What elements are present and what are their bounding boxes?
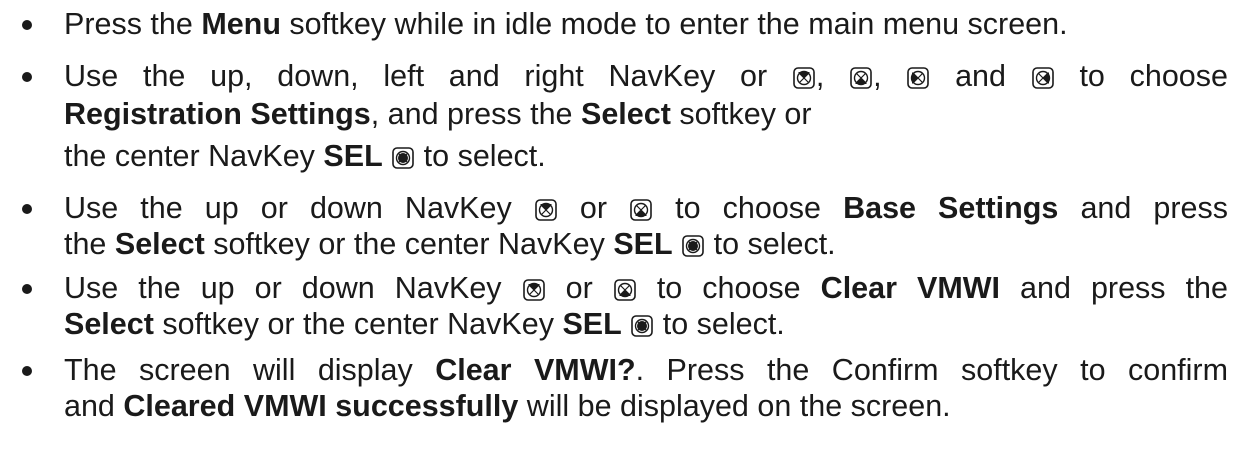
bullet-icon xyxy=(22,204,32,214)
text-run: softkey or the center NavKey xyxy=(153,307,563,341)
step-text-line: Select softkey or the center NavKey SEL … xyxy=(64,304,785,344)
nav-select-icon xyxy=(682,235,704,257)
text-run: the center NavKey xyxy=(64,139,324,173)
text-run: softkey or the center NavKey xyxy=(204,227,614,261)
bold-term: SEL xyxy=(613,227,673,261)
text-run: Use the up, down, left and right NavKey … xyxy=(64,59,792,93)
text-run xyxy=(622,307,630,341)
nav-up-icon xyxy=(522,279,545,301)
step-item: Use the up or down NavKey or to choose C… xyxy=(0,268,1241,348)
step-text-line: Press the Menu softkey while in idle mod… xyxy=(64,4,1068,44)
bold-term: SEL xyxy=(323,139,383,173)
text-run: to select. xyxy=(705,227,836,261)
step-text-line: Use the up, down, left and right NavKey … xyxy=(64,56,1228,96)
text-run: , xyxy=(815,59,850,93)
bold-term: SEL xyxy=(562,307,622,341)
bold-term: Registration Settings xyxy=(64,97,371,131)
bold-term: Menu xyxy=(201,7,281,41)
text-run: to choose xyxy=(653,191,844,225)
bold-term: Cleared VMWI successfully xyxy=(123,389,519,423)
text-run: and xyxy=(64,389,124,423)
step-item: Use the up, down, left and right NavKey … xyxy=(0,56,1241,173)
bold-term: Select xyxy=(114,227,205,261)
nav-down-icon xyxy=(613,279,636,301)
text-run: , xyxy=(873,59,907,93)
bold-term: Base Settings xyxy=(843,191,1059,225)
nav-select-icon xyxy=(631,315,654,337)
text-run: and xyxy=(930,59,1031,93)
text-run: and press the xyxy=(1000,271,1228,305)
bullet-icon xyxy=(22,72,32,82)
step-text-line: Use the up or down NavKey or to choose C… xyxy=(64,268,1228,308)
text-run: to select. xyxy=(415,139,546,173)
step-text-line: the center NavKey SEL to select. xyxy=(64,136,546,176)
text-run: or xyxy=(545,271,613,305)
step-item: The screen will display Clear VMWI?. Pre… xyxy=(0,350,1241,430)
instruction-list: Press the Menu softkey while in idle mod… xyxy=(0,0,1241,451)
bold-term: Select xyxy=(64,307,154,341)
text-run: softkey or xyxy=(670,97,812,131)
text-run: will be displayed on the screen. xyxy=(518,389,951,423)
text-run: to choose xyxy=(1054,59,1228,93)
text-run xyxy=(673,227,681,261)
nav-left-icon xyxy=(907,67,930,89)
text-run: Press the xyxy=(64,7,202,41)
bold-term: Clear VMWI? xyxy=(435,353,636,387)
text-run xyxy=(383,139,391,173)
bullet-icon xyxy=(22,284,32,294)
step-text-line: Use the up or down NavKey or to choose B… xyxy=(64,188,1228,228)
nav-up-icon xyxy=(793,67,815,89)
nav-up-icon xyxy=(535,199,557,221)
step-text-line: The screen will display Clear VMWI?. Pre… xyxy=(64,350,1228,390)
step-text-line: and Cleared VMWI successfully will be di… xyxy=(64,386,951,426)
bullet-icon xyxy=(22,20,32,30)
text-run: softkey while in idle mode to enter the … xyxy=(280,7,1068,41)
bold-term: Select xyxy=(580,97,671,131)
step-item: Use the up or down NavKey or to choose B… xyxy=(0,188,1241,268)
text-run: , and press the xyxy=(370,97,581,131)
text-run: to select. xyxy=(654,307,785,341)
bullet-icon xyxy=(22,366,32,376)
nav-right-icon xyxy=(1031,67,1054,89)
text-run: Use the up or down NavKey xyxy=(64,271,522,305)
text-run: Use the up or down NavKey xyxy=(64,191,534,225)
nav-down-icon xyxy=(850,67,872,89)
text-run: The screen will display xyxy=(64,353,436,387)
text-run: the xyxy=(64,227,115,261)
step-text-line: Registration Settings, and press the Sel… xyxy=(64,94,812,134)
text-run: or xyxy=(557,191,630,225)
text-run: to choose xyxy=(636,271,821,305)
text-run: and press xyxy=(1058,191,1228,225)
text-run: . Press the Confirm softkey to confirm xyxy=(635,353,1228,387)
step-text-line: the Select softkey or the center NavKey … xyxy=(64,224,836,264)
nav-select-icon xyxy=(392,147,415,169)
nav-down-icon xyxy=(630,199,652,221)
bold-term: Clear VMWI xyxy=(820,271,1001,305)
